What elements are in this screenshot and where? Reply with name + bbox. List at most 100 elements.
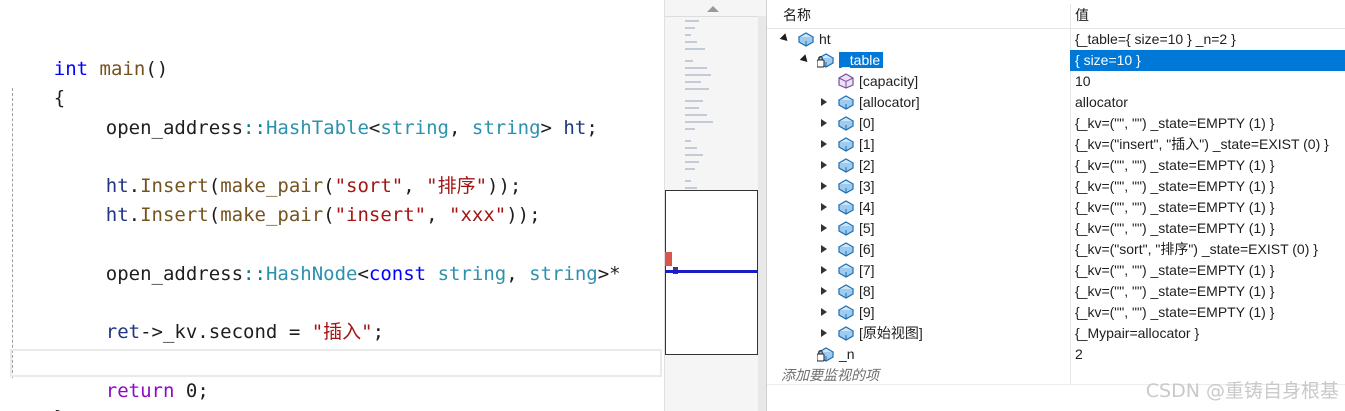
watch-row-value[interactable]: {_kv=("sort", "排序") _state=EXIST (0) } (1075, 239, 1318, 260)
code-minimap[interactable] (664, 0, 766, 411)
expand-triangle-icon[interactable] (821, 308, 827, 316)
code-token: ( (208, 204, 221, 226)
watch-row[interactable]: _n 2 (767, 344, 1345, 365)
code-line-5[interactable]: ht.Insert(make_pair("insert", "xxx")); (60, 173, 541, 226)
watch-row-name-text: [7] (859, 262, 875, 278)
watch-row[interactable]: [allocator] allocator (767, 92, 1345, 113)
expand-triangle-icon[interactable] (821, 182, 827, 190)
watch-row-value[interactable]: {_kv=("", "") _state=EMPTY (1) } (1075, 155, 1274, 176)
code-token: () (145, 58, 169, 80)
watch-row[interactable]: [2] {_kv=("", "") _state=EMPTY (1) } (767, 155, 1345, 176)
watch-row-name-text: [8] (859, 283, 875, 299)
expand-triangle-icon[interactable] (821, 140, 827, 148)
watch-row[interactable]: [0] {_kv=("", "") _state=EMPTY (1) } (767, 113, 1345, 134)
expand-triangle-icon[interactable] (821, 329, 827, 337)
watch-row-value[interactable]: allocator (1075, 92, 1128, 113)
watch-row-name-text: _table (839, 52, 884, 68)
watch-row-value[interactable]: {_table={ size=10 } _n=2 } (1075, 29, 1236, 50)
watch-row-value[interactable]: {_kv=("", "") _state=EMPTY (1) } (1075, 113, 1274, 134)
expand-triangle-icon[interactable] (821, 266, 827, 274)
minimap-stroke (685, 107, 699, 109)
add-watch-placeholder[interactable]: 添加要监视的项 (781, 365, 879, 385)
watch-row-value[interactable]: {_kv=("", "") _state=EMPTY (1) } (1075, 176, 1274, 197)
code-line-8[interactable]: return 0; (60, 349, 209, 402)
watch-row[interactable]: [6] {_kv=("sort", "排序") _state=EXIST (0) … (767, 239, 1345, 260)
watch-row-value[interactable]: { size=10 } (1075, 50, 1141, 71)
watch-row-name-text: ht (819, 31, 831, 47)
code-token: > (540, 117, 552, 139)
watch-row[interactable]: [9] {_kv=("", "") _state=EMPTY (1) } (767, 302, 1345, 323)
watch-row[interactable]: [4] {_kv=("", "") _state=EMPTY (1) } (767, 197, 1345, 218)
expand-triangle-icon[interactable] (821, 287, 827, 295)
code-line-3[interactable]: open_address::HashTable<string, string> … (60, 86, 598, 139)
code-token: = (277, 321, 312, 343)
watch-row-value[interactable]: {_kv=("", "") _state=EMPTY (1) } (1075, 260, 1274, 281)
object-icon (837, 137, 855, 152)
watch-row-name: [allocator] (859, 92, 920, 113)
object-icon (837, 305, 855, 320)
expand-triangle-icon[interactable] (821, 119, 827, 127)
code-line-9[interactable]: } (8, 376, 65, 411)
code-editor[interactable]: int main() { open_address::HashTable<str… (0, 0, 664, 411)
object-icon (837, 263, 855, 278)
minimap-stroke (685, 161, 699, 163)
code-token: string (529, 263, 598, 285)
code-line-6[interactable]: open_address::HashNode<const string, str… (60, 232, 621, 285)
minimap-stroke (685, 20, 699, 22)
code-token: Insert (140, 204, 209, 226)
watch-row-value[interactable]: 10 (1075, 71, 1091, 92)
expand-triangle-icon[interactable] (821, 203, 827, 211)
watch-row-value[interactable]: {_kv=("", "") _state=EMPTY (1) } (1075, 281, 1274, 302)
watch-row[interactable]: [原始视图] {_Mypair=allocator } (767, 323, 1345, 344)
minimap-stroke (685, 67, 707, 69)
code-line-7[interactable]: ret->_kv.second = "插入"; (60, 290, 384, 343)
watch-row[interactable]: [capacity] 10 (767, 71, 1345, 92)
expand-triangle-icon[interactable] (821, 245, 827, 253)
code-token: ht (105, 204, 129, 226)
watch-row-name-text: [9] (859, 304, 875, 320)
watch-row-value[interactable]: {_kv=("insert", "插入") _state=EXIST (0) } (1075, 134, 1329, 155)
code-line-1[interactable]: int main() (8, 27, 168, 80)
expand-triangle-icon[interactable] (821, 161, 827, 169)
minimap-stroke (685, 147, 697, 149)
scroll-up-arrow-icon[interactable] (707, 6, 719, 12)
minimap-stroke (685, 180, 691, 182)
watch-row[interactable]: [3] {_kv=("", "") _state=EMPTY (1) } (767, 176, 1345, 197)
watch-row-value[interactable]: {_kv=("", "") _state=EMPTY (1) } (1075, 302, 1274, 323)
watch-row-value[interactable]: 2 (1075, 344, 1083, 365)
watch-row[interactable]: [1] {_kv=("insert", "插入") _state=EXIST (0… (767, 134, 1345, 155)
code-token: "插入" (311, 321, 373, 343)
object-icon (797, 32, 815, 47)
code-token: < (357, 263, 369, 285)
watch-row[interactable]: [7] {_kv=("", "") _state=EMPTY (1) } (767, 260, 1345, 281)
code-token: string (380, 117, 449, 139)
watch-row[interactable]: _table { size=10 } (767, 50, 1345, 71)
minimap-stroke (685, 60, 693, 62)
object-icon (837, 179, 855, 194)
code-token: } (54, 407, 65, 411)
watch-row[interactable]: [8] {_kv=("", "") _state=EMPTY (1) } (767, 281, 1345, 302)
watch-row-name: [9] (859, 302, 875, 323)
watch-row-value[interactable]: {_kv=("", "") _state=EMPTY (1) } (1075, 197, 1274, 218)
collapse-triangle-icon[interactable] (799, 54, 811, 65)
expand-triangle-icon[interactable] (821, 98, 827, 106)
expand-triangle-icon[interactable] (821, 224, 827, 232)
column-header-value[interactable]: 值 (1075, 4, 1089, 26)
column-header-name[interactable]: 名称 (783, 4, 811, 26)
collapse-triangle-icon[interactable] (779, 33, 791, 44)
watch-window[interactable]: 名称 值 ht {_table={ size=10 } _n=2 } _table {… (766, 0, 1345, 411)
minimap-stroke (685, 41, 697, 43)
watch-row-value[interactable]: {_kv=("", "") _state=EMPTY (1) } (1075, 218, 1274, 239)
watch-row[interactable]: [5] {_kv=("", "") _state=EMPTY (1) } (767, 218, 1345, 239)
minimap-stroke (685, 140, 691, 142)
code-token: )); (506, 204, 541, 226)
minimap-stroke (685, 34, 691, 36)
code-line-2[interactable]: { (8, 56, 65, 109)
code-line-4[interactable]: ht.Insert(make_pair("sort", "排序")); (60, 144, 522, 197)
watch-row-value[interactable]: {_Mypair=allocator } (1075, 323, 1199, 344)
vertical-scrollbar[interactable] (758, 16, 766, 411)
code-token: , (506, 263, 530, 285)
watch-row[interactable]: ht {_table={ size=10 } _n=2 } (767, 29, 1345, 50)
